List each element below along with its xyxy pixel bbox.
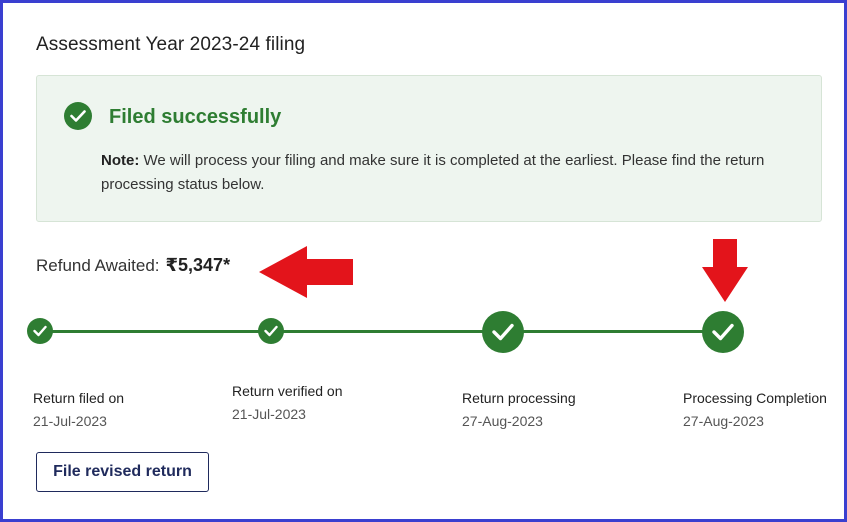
step-date-processing-completion: 27-Aug-2023: [683, 413, 764, 429]
outer-frame: Assessment Year 2023-24 filing Filed suc…: [0, 0, 847, 522]
note-label: Note:: [101, 152, 140, 169]
refund-label: Refund Awaited:: [36, 256, 160, 275]
step-date-return-processing: 27-Aug-2023: [462, 413, 543, 429]
arrow-left-icon: [259, 246, 353, 298]
file-revised-return-button[interactable]: File revised return: [36, 452, 209, 492]
refund-status: Refund Awaited: ₹5,347*: [36, 255, 230, 276]
refund-amount: ₹5,347*: [165, 255, 231, 275]
timeline-connector: [503, 330, 725, 333]
success-banner: Filed successfully Note: We will process…: [36, 75, 822, 222]
success-title: Filed successfully: [109, 106, 282, 128]
check-circle-icon: [258, 318, 284, 344]
check-circle-icon: [482, 311, 524, 353]
check-circle-icon: [702, 311, 744, 353]
note-text: We will process your filing and make sur…: [101, 152, 765, 193]
status-note: Note: We will process your filing and ma…: [101, 149, 801, 197]
step-label-return-processing: Return processing: [462, 390, 576, 406]
page-title: Assessment Year 2023-24 filing: [36, 34, 306, 55]
check-circle-icon: [64, 102, 92, 130]
step-date-return-filed: 21-Jul-2023: [33, 413, 107, 429]
step-label-return-filed: Return filed on: [33, 390, 125, 406]
arrow-down-icon: [702, 239, 748, 302]
check-circle-icon: [27, 318, 53, 344]
step-date-return-verified: 21-Jul-2023: [232, 406, 306, 422]
step-label-return-verified: Return verified on: [232, 383, 343, 399]
step-label-processing-completion: Processing Completion: [683, 390, 827, 406]
